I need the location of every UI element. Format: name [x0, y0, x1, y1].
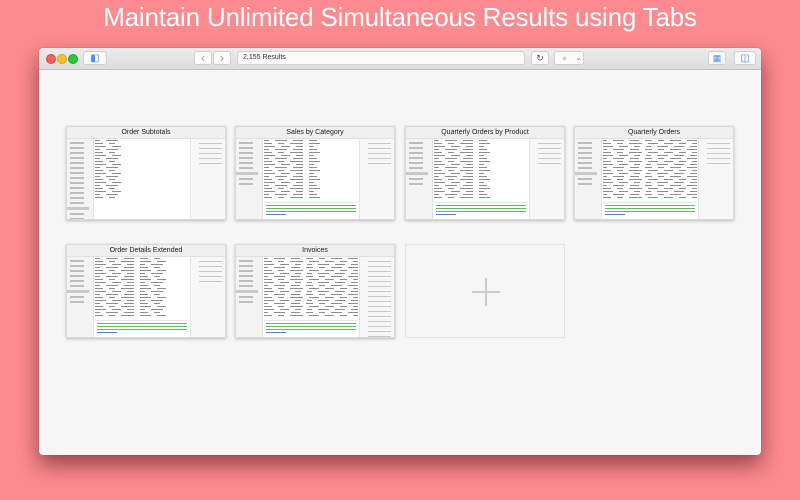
tab-thumbnail[interactable]: Invoices [235, 244, 395, 338]
preview-sidebar [236, 257, 263, 337]
reload-icon: ↻ [536, 52, 544, 63]
tab-preview [236, 257, 394, 337]
minimize-window-button[interactable] [57, 54, 67, 64]
preview-table [603, 140, 697, 201]
preview-table [95, 258, 189, 319]
tab-thumbnail-title: Invoices [236, 245, 394, 257]
preview-table [264, 140, 358, 201]
headline: Maintain Unlimited Simultaneous Results … [103, 2, 697, 32]
preview-log [264, 320, 358, 337]
preview-inspector [359, 139, 394, 219]
preview-log [434, 202, 528, 219]
results-field[interactable]: 2,155 Results [237, 51, 525, 65]
tab-preview [575, 139, 733, 219]
maximize-window-button[interactable] [68, 54, 78, 64]
preview-log [95, 320, 189, 337]
preview-inspector [190, 139, 225, 219]
preview-inspector [698, 139, 733, 219]
tab-overview: Order Subtotals Sales by Category Quarterl… [39, 70, 761, 455]
preview-inspector [190, 257, 225, 337]
inspector-panel-button[interactable]: ◫ [734, 51, 756, 65]
app-window: ◧ ‹ › 2,155 Results ↻ ● ⌄ ▦ ◫ Order Subt… [39, 48, 761, 455]
tab-thumbnail-title: Order Details Extended [67, 245, 225, 257]
back-button[interactable]: ‹ [194, 51, 212, 65]
preview-table [264, 258, 358, 319]
tab-thumbnail-title: Quarterly Orders by Product [406, 127, 564, 139]
tab-thumbnail[interactable]: Order Subtotals [66, 126, 226, 220]
tab-preview [236, 139, 394, 219]
preview-log [264, 202, 358, 219]
tab-overview-button[interactable]: ▦ [708, 51, 726, 65]
tab-preview [406, 139, 564, 219]
stop-icon: ● [561, 53, 568, 63]
stop-menu-button[interactable]: ⌄ [574, 51, 584, 65]
preview-inspector [529, 139, 564, 219]
sidebar-toggle-button[interactable]: ◧ [83, 51, 107, 65]
tab-thumbnail-title: Order Subtotals [67, 127, 225, 139]
tab-thumbnail-title: Sales by Category [236, 127, 394, 139]
chevron-left-icon: ‹ [201, 51, 205, 65]
preview-sidebar [67, 139, 94, 219]
preview-sidebar [67, 257, 94, 337]
preview-sidebar [406, 139, 433, 219]
tab-thumbnail[interactable]: Sales by Category [235, 126, 395, 220]
close-window-button[interactable] [46, 54, 56, 64]
tab-thumbnail-title: Quarterly Orders [575, 127, 733, 139]
preview-log [603, 202, 697, 219]
chevron-down-icon: ⌄ [575, 55, 582, 62]
inspector-panel-icon: ◫ [740, 52, 750, 64]
chevron-right-icon: › [220, 51, 224, 65]
tab-thumbnail[interactable]: Quarterly Orders by Product [405, 126, 565, 220]
tab-thumbnail[interactable]: Quarterly Orders [574, 126, 734, 220]
sidebar-toggle-icon: ◧ [90, 52, 100, 64]
preview-table [95, 140, 189, 201]
tab-overview-icon: ▦ [712, 52, 722, 63]
tab-thumbnail[interactable]: Order Details Extended [66, 244, 226, 338]
preview-sidebar [236, 139, 263, 219]
forward-button[interactable]: › [213, 51, 231, 65]
stop-button[interactable]: ● [554, 51, 575, 65]
toolbar: ◧ ‹ › 2,155 Results ↻ ● ⌄ ▦ ◫ [39, 48, 761, 70]
preview-table [434, 140, 528, 201]
tab-preview [67, 139, 225, 219]
preview-inspector [359, 257, 394, 337]
reload-button[interactable]: ↻ [531, 51, 549, 65]
new-tab-button[interactable] [405, 244, 565, 338]
preview-sidebar [575, 139, 602, 219]
tab-preview [67, 257, 225, 337]
